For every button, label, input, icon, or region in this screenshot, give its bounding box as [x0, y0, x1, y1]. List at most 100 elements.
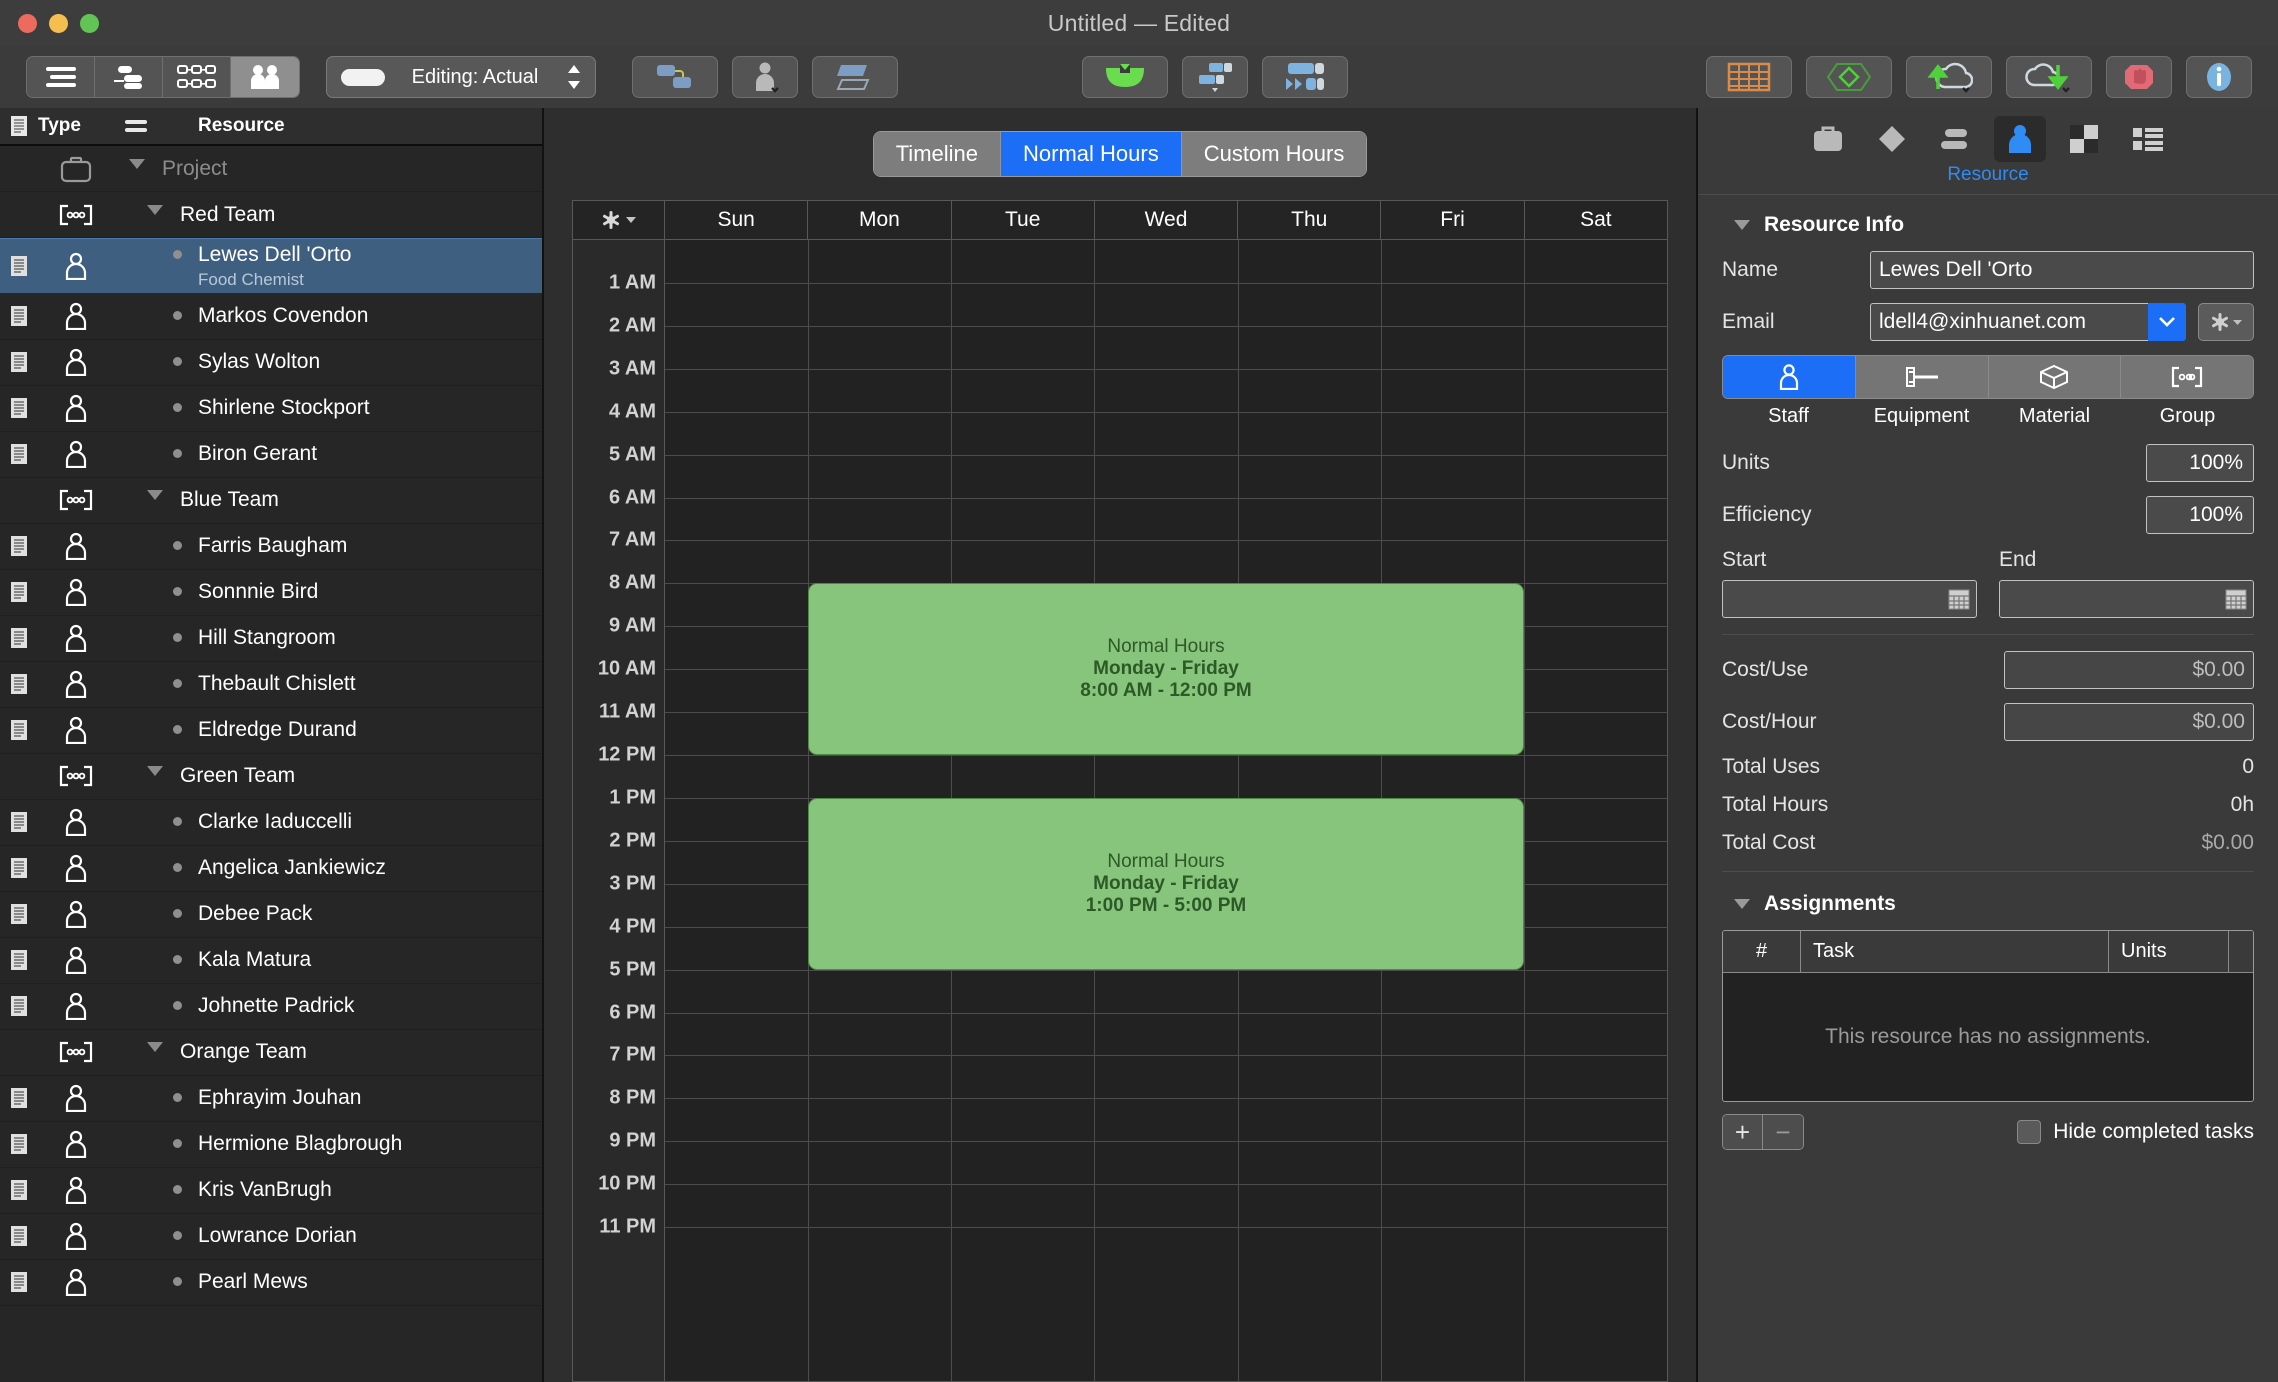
remove-assignment-button[interactable]: − [1763, 1115, 1803, 1149]
row-notes-icon[interactable] [0, 857, 38, 879]
col-task[interactable]: Task [1801, 931, 2109, 972]
row-notes-icon[interactable] [0, 255, 38, 277]
resource-row[interactable]: Angelica Jankiewicz [0, 846, 542, 892]
info-button[interactable] [2186, 56, 2252, 98]
cost-use-field[interactable]: $0.00 [2004, 651, 2254, 689]
row-disclosure-triangle-icon[interactable] [140, 486, 170, 501]
columns-tab[interactable] [2122, 116, 2174, 162]
hide-completed-tasks-checkbox-row[interactable]: Hide completed tasks [2017, 1120, 2254, 1144]
download-cloud-button[interactable] [2006, 56, 2092, 98]
row-notes-icon[interactable] [0, 581, 38, 603]
calendar-grid[interactable]: Normal Hours Monday - Friday 8:00 AM - 12:… [665, 240, 1667, 1381]
chevron-down-icon[interactable] [2148, 303, 2186, 341]
calendar-tab-normal-hours[interactable]: Normal Hours [1001, 132, 1182, 176]
row-disclosure-triangle-icon[interactable] [122, 155, 152, 169]
row-notes-icon[interactable] [0, 949, 38, 971]
resource-row[interactable]: Clarke Iaduccelli [0, 800, 542, 846]
stepper-icon[interactable] [565, 63, 583, 91]
resource-row[interactable]: Markos Covendon [0, 294, 542, 340]
cost-hour-field[interactable]: $0.00 [2004, 703, 2254, 741]
row-notes-icon[interactable] [0, 535, 38, 557]
network-view-icon[interactable] [163, 57, 231, 97]
view-mode-segmented-control[interactable] [26, 56, 300, 98]
resource-row[interactable]: Biron Gerant [0, 432, 542, 478]
resource-row[interactable]: Project [0, 146, 542, 192]
type-tab-material[interactable] [1988, 356, 2122, 398]
link-tasks-button[interactable] [632, 56, 718, 98]
end-date-field[interactable] [1999, 580, 2254, 618]
resource-info-section-header[interactable]: Resource Info [1722, 195, 2254, 251]
type-tab-equipment[interactable] [1855, 356, 1989, 398]
assign-resource-button[interactable] [732, 56, 798, 98]
resource-row[interactable]: Sonnnie Bird [0, 570, 542, 616]
row-notes-icon[interactable] [0, 1179, 38, 1201]
task-tab[interactable] [1930, 116, 1982, 162]
milestone-tab[interactable] [1866, 116, 1918, 162]
row-notes-icon[interactable] [0, 1133, 38, 1155]
add-assignment-button[interactable]: + [1723, 1115, 1763, 1149]
calendar-tabs[interactable]: Timeline Normal Hours Custom Hours [872, 131, 1368, 177]
stop-button[interactable] [2106, 56, 2172, 98]
row-notes-icon[interactable] [0, 673, 38, 695]
resource-row[interactable]: Shirlene Stockport [0, 386, 542, 432]
resource-row[interactable]: Sylas Wolton [0, 340, 542, 386]
resource-row[interactable]: Hermione Blagbrough [0, 1122, 542, 1168]
assignments-section-header[interactable]: Assignments [1722, 888, 2254, 930]
assignment-tab[interactable] [2058, 116, 2110, 162]
type-tab-group[interactable] [2121, 356, 2253, 398]
resource-row[interactable]: Debee Pack [0, 892, 542, 938]
row-disclosure-triangle-icon[interactable] [140, 762, 170, 777]
baseline-button[interactable] [1082, 56, 1168, 98]
row-disclosure-triangle-icon[interactable] [140, 201, 170, 215]
resource-tab[interactable] [1994, 116, 2046, 162]
name-field[interactable]: Lewes Dell 'Orto [1870, 251, 2254, 289]
row-notes-icon[interactable] [0, 351, 38, 373]
notes-column-icon[interactable] [0, 115, 38, 137]
row-notes-icon[interactable] [0, 1087, 38, 1109]
indent-outdent-button[interactable] [812, 56, 898, 98]
row-notes-icon[interactable] [0, 627, 38, 649]
resource-view-icon[interactable] [231, 57, 299, 97]
type-tab-staff[interactable] [1723, 356, 1856, 398]
row-notes-icon[interactable] [0, 719, 38, 741]
units-field[interactable]: 100% [2146, 444, 2254, 482]
resource-row[interactable]: Eldredge Durand [0, 708, 542, 754]
col-number[interactable]: # [1723, 931, 1801, 972]
calendar-settings-button[interactable] [573, 201, 665, 239]
resource-row[interactable]: Thebault Chislett [0, 662, 542, 708]
add-remove-buttons[interactable]: + − [1722, 1114, 1804, 1150]
efficiency-field[interactable]: 100% [2146, 496, 2254, 534]
upload-cloud-button[interactable] [1906, 56, 1992, 98]
spreadsheet-button[interactable] [1706, 56, 1792, 98]
email-action-gear-button[interactable] [2198, 303, 2254, 341]
row-notes-icon[interactable] [0, 1225, 38, 1247]
resource-row[interactable]: Pearl Mews [0, 1260, 542, 1306]
resource-row[interactable]: Lowrance Dorian [0, 1214, 542, 1260]
flag-column-icon[interactable] [110, 117, 162, 135]
fast-track-button[interactable] [1262, 56, 1348, 98]
calendar-tab-timeline[interactable]: Timeline [873, 132, 1002, 176]
editing-mode-popup[interactable]: Editing: Actual [326, 56, 596, 98]
level-resources-button[interactable] [1182, 56, 1248, 98]
type-column-header[interactable]: Type [38, 115, 110, 137]
resource-row[interactable]: Farris Baugham [0, 524, 542, 570]
email-field[interactable]: ldell4@xinhuanet.com [1870, 303, 2148, 341]
resource-row[interactable]: Orange Team [0, 1030, 542, 1076]
row-disclosure-triangle-icon[interactable] [140, 1038, 170, 1053]
disclosure-triangle-icon[interactable] [1734, 220, 1750, 230]
resource-row[interactable]: Kala Matura [0, 938, 542, 984]
gantt-view-icon[interactable] [95, 57, 163, 97]
row-notes-icon[interactable] [0, 305, 38, 327]
resource-row[interactable]: Green Team [0, 754, 542, 800]
project-tab[interactable] [1802, 116, 1854, 162]
start-date-field[interactable] [1722, 580, 1977, 618]
disclosure-triangle-icon-2[interactable] [1734, 899, 1750, 909]
resource-row[interactable]: Blue Team [0, 478, 542, 524]
email-combo[interactable]: ldell4@xinhuanet.com [1870, 303, 2186, 341]
calendar-event[interactable]: Normal Hours Monday - Friday 1:00 PM - 5:0… [808, 797, 1524, 970]
row-notes-icon[interactable] [0, 443, 38, 465]
hide-completed-tasks-checkbox[interactable] [2017, 1120, 2042, 1144]
diagram-button[interactable] [1806, 56, 1892, 98]
resource-column-header[interactable]: Resource [162, 115, 285, 137]
row-notes-icon[interactable] [0, 1271, 38, 1293]
